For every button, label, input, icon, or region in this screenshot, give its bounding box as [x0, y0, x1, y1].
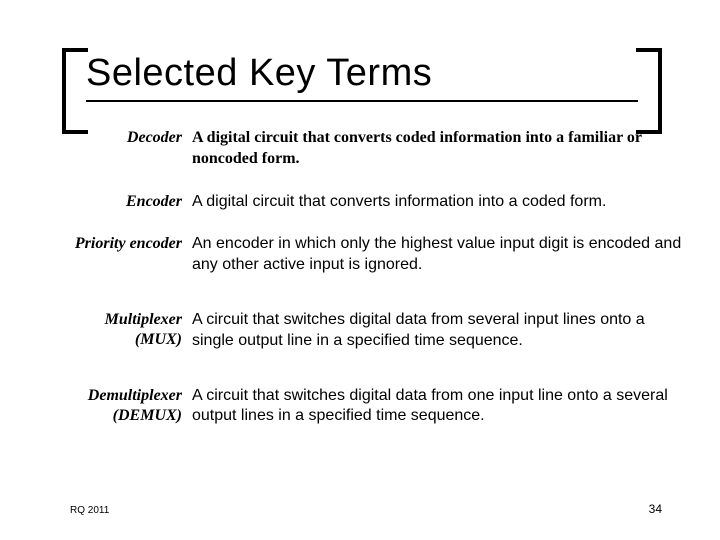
term-label-demux-sub: (DEMUX): [30, 406, 182, 426]
term-definition-demux: A circuit that switches digital data fro…: [192, 386, 682, 428]
page-title: Selected Key Terms: [86, 52, 432, 95]
term-row-mux: Multiplexer (MUX) A circuit that switche…: [30, 310, 682, 352]
slide: Selected Key Terms Decoder A digital cir…: [0, 0, 720, 540]
term-row-encoder: Encoder A digital circuit that converts …: [30, 192, 682, 213]
bracket-right-icon: [636, 48, 662, 134]
term-row-priority: Priority encoder An encoder in which onl…: [30, 234, 682, 276]
term-label-demux: Demultiplexer (DEMUX): [30, 386, 192, 426]
term-row-demux: Demultiplexer (DEMUX) A circuit that swi…: [30, 386, 682, 428]
term-label-mux-main: Multiplexer: [105, 311, 182, 328]
title-underline: [86, 100, 638, 102]
term-definition-mux: A circuit that switches digital data fro…: [192, 310, 682, 352]
term-label-priority: Priority encoder: [30, 234, 192, 254]
term-label-decoder: Decoder: [30, 128, 192, 148]
term-label-mux: Multiplexer (MUX): [30, 310, 192, 350]
bracket-left-icon: [62, 48, 88, 134]
term-label-mux-sub: (MUX): [30, 330, 182, 350]
definitions-list: Decoder A digital circuit that converts …: [30, 128, 682, 449]
title-area: Selected Key Terms: [62, 58, 662, 128]
footer-credit: RQ 2011: [70, 505, 109, 516]
term-definition-decoder: A digital circuit that converts coded in…: [192, 128, 682, 170]
page-number: 34: [649, 502, 662, 516]
term-label-demux-main: Demultiplexer: [88, 387, 182, 404]
term-definition-priority: An encoder in which only the highest val…: [192, 234, 682, 276]
term-row-decoder: Decoder A digital circuit that converts …: [30, 128, 682, 170]
term-definition-encoder: A digital circuit that converts informat…: [192, 192, 682, 213]
term-label-encoder: Encoder: [30, 192, 192, 212]
